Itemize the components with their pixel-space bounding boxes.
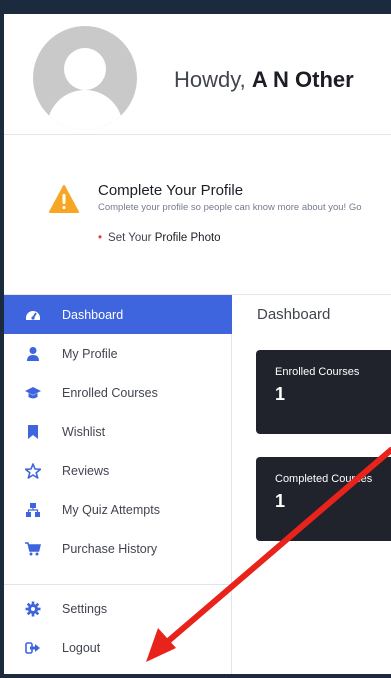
header-divider [4, 134, 391, 135]
cart-icon [25, 541, 41, 557]
main-content: Dashboard Enrolled Courses 1 Completed C… [233, 295, 391, 674]
sidebar-item-my-quiz-attempts[interactable]: My Quiz Attempts [4, 490, 232, 529]
warning-triangle-icon [49, 185, 79, 213]
sidebar-divider [4, 584, 232, 585]
notice-item: • Set Your Profile Photo [98, 232, 221, 244]
user-icon [25, 346, 41, 362]
dashboard-icon [25, 307, 41, 323]
greeting: Howdy, A N Other [174, 67, 354, 93]
sidebar-item-label: Dashboard [62, 307, 124, 322]
notice-item-prefix: Set Your [108, 232, 152, 244]
sidebar-item-settings[interactable]: Settings [4, 589, 232, 628]
greeting-text: Howdy, [174, 67, 246, 92]
sidebar-item-label: Reviews [62, 463, 110, 478]
sidebar-item-logout[interactable]: Logout [4, 628, 232, 667]
gear-icon [25, 601, 41, 617]
notice-subtitle: Complete your profile so people can know… [98, 202, 362, 213]
stat-card-value: 1 [275, 384, 286, 404]
sidebar-item-label: Wishlist [62, 424, 106, 439]
notice-title: Complete Your Profile [98, 182, 244, 199]
bullet-icon: • [98, 232, 103, 244]
stat-card-label: Completed Courses [275, 473, 373, 485]
sidebar-item-reviews[interactable]: Reviews [4, 451, 232, 490]
avatar[interactable] [33, 26, 137, 130]
sidebar-item-purchase-history[interactable]: Purchase History [4, 529, 232, 568]
logout-icon [25, 640, 41, 656]
profile-photo-link[interactable]: Profile Photo [155, 232, 221, 244]
sidebar-item-label: Logout [62, 640, 101, 655]
star-icon [25, 462, 41, 479]
user-name: A N Other [251, 67, 354, 92]
stat-card-enrolled: Enrolled Courses 1 [256, 350, 391, 434]
profile-notice: Complete Your Profile Complete your prof… [4, 165, 391, 255]
sidebar-item-wishlist[interactable]: Wishlist [4, 412, 232, 451]
sidebar: Dashboard My Profile Enrolled Courses Wi… [4, 295, 232, 674]
page-title: Dashboard [257, 306, 331, 323]
stat-card-label: Enrolled Courses [275, 366, 360, 378]
sidebar-item-label: Enrolled Courses [62, 385, 158, 400]
stat-card-completed: Completed Courses 1 [256, 457, 391, 541]
sidebar-item-label: My Quiz Attempts [62, 502, 160, 517]
sidebar-item-label: My Profile [62, 346, 118, 361]
quiz-icon [25, 502, 41, 518]
sidebar-item-label: Purchase History [62, 541, 158, 556]
sidebar-item-label: Settings [62, 601, 108, 616]
graduation-cap-icon [25, 385, 41, 401]
sidebar-item-my-profile[interactable]: My Profile [4, 334, 232, 373]
profile-header: Howdy, A N Other [4, 14, 391, 134]
sidebar-item-dashboard[interactable]: Dashboard [4, 295, 232, 334]
sidebar-item-enrolled-courses[interactable]: Enrolled Courses [4, 373, 232, 412]
bookmark-icon [25, 424, 41, 440]
stat-card-value: 1 [275, 491, 286, 511]
